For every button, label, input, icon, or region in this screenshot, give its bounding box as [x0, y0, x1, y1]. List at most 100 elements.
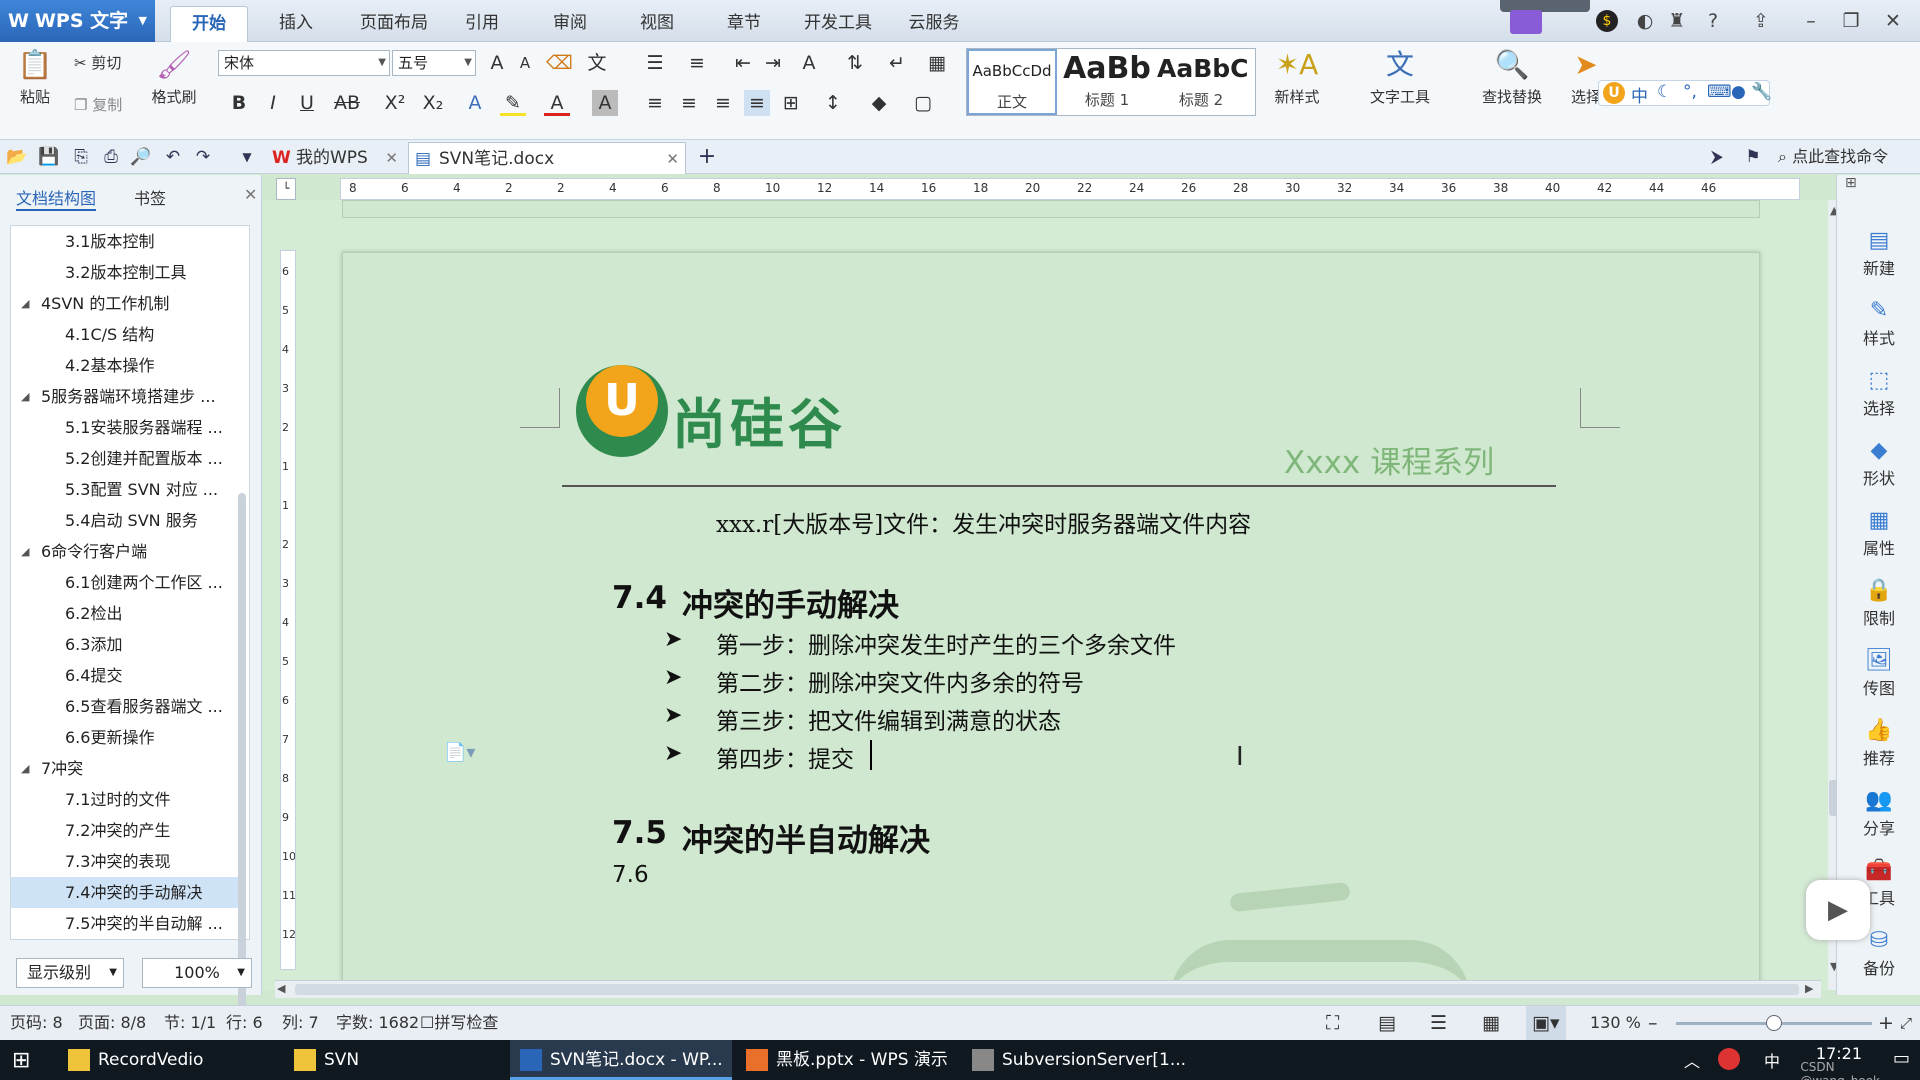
menu-tab-references[interactable]: 引用 [452, 6, 512, 42]
table-icon[interactable]: ▦ [924, 50, 950, 76]
superscript-icon[interactable]: X² [382, 90, 408, 116]
customize-icon[interactable]: ▼ [236, 146, 258, 168]
nav-item[interactable]: 3.2版本控制工具 [11, 257, 241, 288]
grow-font-icon[interactable]: A [484, 50, 510, 76]
nav-item[interactable]: 7.2冲突的产生 [11, 815, 241, 846]
nav-item[interactable]: 3.1版本控制 [11, 226, 241, 257]
strikethrough-icon[interactable]: AB [334, 90, 360, 116]
border-icon[interactable]: ▢ [910, 90, 936, 116]
sidebar-button[interactable]: ▤ 新建 [1837, 227, 1920, 279]
tab-document-map[interactable]: 文档结构图 [16, 185, 97, 211]
nav-item[interactable]: 6.6更新操作 [11, 722, 241, 753]
distribute-icon[interactable]: ⊞ [778, 90, 804, 116]
sidebar-button[interactable]: ⬚ 选择 [1837, 367, 1920, 419]
close-icon[interactable]: ✕ [385, 142, 398, 174]
page-view-icon[interactable]: ▤ [1378, 1006, 1396, 1040]
menu-tab-cloud[interactable]: 云服务 [898, 6, 970, 42]
print-preview-icon[interactable]: 🔎 [130, 146, 152, 168]
align-center-icon[interactable]: ≡ [676, 90, 702, 116]
case-icon[interactable]: A [796, 50, 822, 76]
style-heading-2[interactable]: AaBbC 标题 2 [1157, 49, 1249, 115]
pane-options-icon[interactable]: ⊞ [1845, 175, 1865, 195]
app-tray-icon[interactable] [1718, 1048, 1740, 1070]
scroll-left-icon[interactable]: ◀ [277, 982, 285, 995]
text-tools-button[interactable]: 文文字工具 [1358, 48, 1442, 107]
nav-item[interactable]: 5.2创建并配置版本 ... [11, 443, 241, 474]
menu-tab-insert[interactable]: 插入 [258, 6, 334, 42]
nav-item[interactable]: 4.2基本操作 [11, 350, 241, 381]
display-level-select[interactable]: 显示级别 ▼ [16, 958, 124, 988]
notification-icon[interactable]: ▭ [1893, 1048, 1910, 1069]
zoom-slider-thumb[interactable] [1766, 1015, 1782, 1031]
outline-view-icon[interactable]: ☰ [1430, 1006, 1447, 1040]
new-tab-icon[interactable]: + [696, 146, 718, 168]
tab-my-wps[interactable]: W 我的WPS ✕ [266, 142, 404, 174]
nav-item[interactable]: 6.1创建两个工作区 ... [11, 567, 241, 598]
nav-item[interactable]: 5.4启动 SVN 服务 [11, 505, 241, 536]
bold-icon[interactable]: B [226, 90, 252, 116]
panel-scrollbar[interactable] [238, 493, 246, 1080]
minimize-icon[interactable]: – [1796, 6, 1826, 36]
close-icon[interactable]: ✕ [666, 143, 679, 175]
sidebar-button[interactable]: 🖼 传图 [1837, 647, 1920, 699]
sort-icon[interactable]: ⇅ [842, 50, 868, 76]
line-spacing-icon[interactable]: ↕ [820, 90, 846, 116]
bullet-list-icon[interactable]: ☰ [642, 50, 668, 76]
shrink-font-icon[interactable]: A [512, 50, 538, 76]
close-icon[interactable]: ✕ [244, 185, 257, 204]
highlight-icon[interactable]: ✎ [500, 90, 526, 116]
number-list-icon[interactable]: ≡ [684, 50, 710, 76]
zoom-out-icon[interactable]: – [1648, 1006, 1658, 1040]
document-area[interactable] [262, 200, 1836, 990]
nav-item[interactable]: 6.3添加 [11, 629, 241, 660]
phonetic-icon[interactable]: 文 [584, 50, 610, 76]
save-icon[interactable]: 💾 [38, 146, 60, 168]
sidebar-button[interactable]: 🔒 限制 [1837, 577, 1920, 629]
print-icon[interactable]: ⎙ [100, 146, 122, 168]
sidebar-button[interactable]: 👍 推荐 [1837, 717, 1920, 769]
nav-item[interactable]: ◢ 6命令行客户端 [11, 536, 241, 567]
nav-item[interactable]: 6.4提交 [11, 660, 241, 691]
subscript-icon[interactable]: X₂ [420, 90, 446, 116]
paste-button[interactable]: 📋 粘贴 [12, 48, 58, 107]
document-page[interactable] [342, 252, 1760, 990]
zoom-in-icon[interactable]: + [1878, 1006, 1894, 1040]
outdent-icon[interactable]: ⇤ [730, 50, 756, 76]
spell-check-toggle[interactable]: ☐拼写检查 [420, 1006, 498, 1040]
chevron-up-icon[interactable]: ︿ [1684, 1048, 1700, 1072]
underline-icon[interactable]: U [294, 90, 320, 116]
copy-button[interactable]: ❐ 复制 [74, 94, 122, 115]
sidebar-button[interactable]: ✎ 样式 [1837, 297, 1920, 349]
char-shading-icon[interactable]: A [592, 90, 618, 116]
taskbar-subversion-server[interactable]: SubversionServer[1... [962, 1040, 1186, 1080]
menu-tab-home[interactable]: 开始 [170, 6, 248, 42]
horizontal-ruler[interactable]: 8 6 4 2 2 4 6 8 10 12 14 16 18 20 22 24 26 28 30 32 34 36 38 40… [340, 178, 1800, 200]
taskbar-svn-folder[interactable]: SVN [284, 1040, 506, 1080]
shirt-icon[interactable]: ♜ [1662, 6, 1692, 36]
style-normal[interactable]: AaBbCcDd 正文 [967, 49, 1057, 115]
vertical-ruler[interactable]: 6 5 4 3 2 1 1 2 3 4 5 6 7 8 9 10 11 12 [280, 250, 296, 970]
coin-icon[interactable]: $ [1596, 10, 1618, 32]
status-word-count[interactable]: 字数: 1682 [336, 1006, 419, 1040]
command-search[interactable]: ⌕ 点此查找命令 [1778, 144, 1888, 170]
flag-icon[interactable]: ⚑ [1742, 146, 1764, 168]
tab-stop-selector[interactable]: └ [276, 178, 296, 200]
font-size-select[interactable]: 五号 ▼ [392, 50, 476, 76]
italic-icon[interactable]: I [260, 90, 286, 116]
font-color-icon[interactable]: A [544, 90, 570, 116]
share-tab-icon[interactable]: ⮞ [1706, 146, 1728, 168]
collapse-triangle-icon[interactable]: ◢ [21, 288, 29, 319]
nav-item[interactable]: 7.3冲突的表现 [11, 846, 241, 877]
format-painter-button[interactable]: 🖌 格式刷 [144, 48, 204, 107]
fit-icon[interactable]: ⤢ [1900, 1006, 1912, 1040]
menu-tab-developer[interactable]: 开发工具 [796, 6, 880, 42]
nav-item[interactable]: ◢ 7冲突 [11, 753, 241, 784]
show-marks-icon[interactable]: ↵ [884, 50, 910, 76]
nav-item[interactable]: 6.5查看服务器端文 ... [11, 691, 241, 722]
ime-toolbar[interactable]: U 中 ☾ °, ⌨ ● 🔧 [1598, 80, 1772, 107]
tab-svn-notes[interactable]: ▤ SVN笔记.docx ✕ [408, 142, 686, 174]
panel-zoom-select[interactable]: 100% ▼ [142, 958, 252, 988]
export-icon[interactable]: ⎘ [70, 146, 92, 168]
nav-item[interactable]: ◢ 4SVN 的工作机制 [11, 288, 241, 319]
fullscreen-icon[interactable]: ⛶ [1326, 1006, 1339, 1040]
